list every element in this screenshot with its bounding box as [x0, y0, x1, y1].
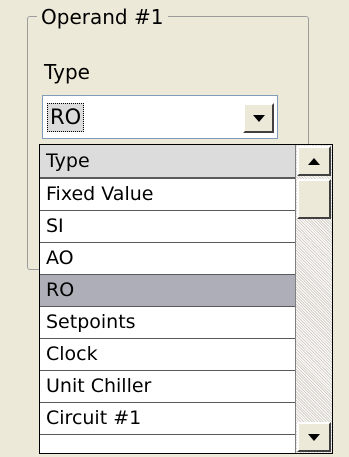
- groupbox-title: Operand #1: [37, 6, 169, 28]
- list-item-selected[interactable]: RO: [40, 275, 296, 307]
- type-label: Type: [44, 60, 90, 84]
- list-item[interactable]: Unit Chiller: [40, 371, 296, 403]
- dropdown-items: Type Fixed Value SI AO RO Setpoints Cloc…: [40, 145, 296, 453]
- type-combobox[interactable]: RO: [42, 95, 278, 139]
- scrollbar-thumb[interactable]: [297, 179, 331, 219]
- arrow-up-icon: [308, 157, 320, 165]
- chevron-down-icon: [252, 114, 265, 122]
- operand-panel: Operand #1 Type RO Type Fixed Value SI A…: [0, 0, 349, 457]
- scroll-down-button[interactable]: [297, 422, 331, 452]
- combobox-dropdown-button[interactable]: [243, 103, 274, 133]
- list-item[interactable]: Clock: [40, 339, 296, 371]
- list-item[interactable]: Fixed Value: [40, 179, 296, 211]
- type-combobox-value[interactable]: RO: [47, 103, 85, 132]
- list-item[interactable]: SI: [40, 211, 296, 243]
- list-header[interactable]: Type: [40, 145, 296, 179]
- list-item[interactable]: Setpoints: [40, 307, 296, 339]
- vertical-scrollbar[interactable]: [295, 145, 332, 453]
- scroll-up-button[interactable]: [297, 146, 331, 176]
- arrow-down-icon: [308, 433, 320, 441]
- type-dropdown-list[interactable]: Type Fixed Value SI AO RO Setpoints Cloc…: [39, 144, 333, 454]
- list-item[interactable]: AO: [40, 243, 296, 275]
- list-item[interactable]: Circuit #1: [40, 403, 296, 435]
